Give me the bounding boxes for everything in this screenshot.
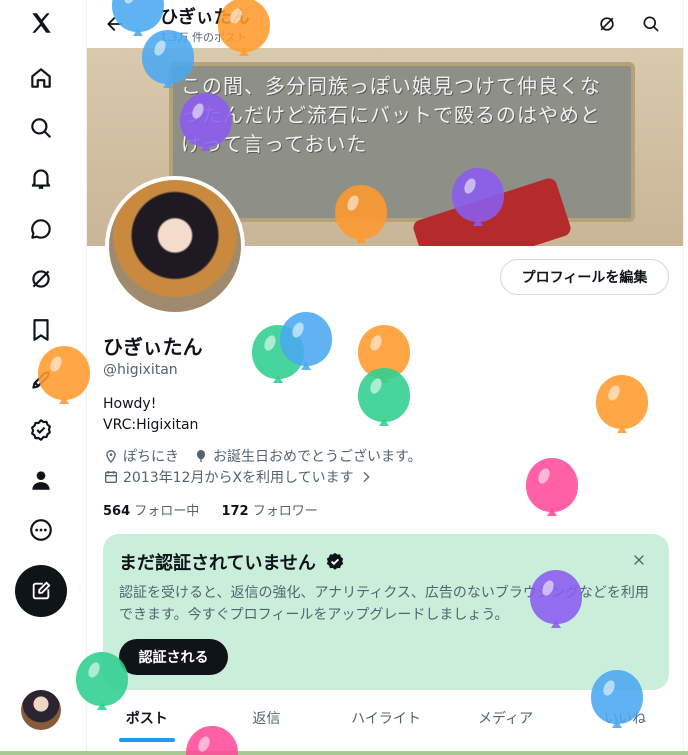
compose-button[interactable]: [15, 565, 67, 617]
profile-meta-row[interactable]: 2013年12月からXを利用しています: [103, 467, 374, 487]
close-button[interactable]: [627, 548, 651, 572]
x-logo-icon[interactable]: [20, 2, 62, 44]
bio-line: VRC:Higixitan: [103, 417, 199, 433]
following-label: フォロー中: [134, 504, 200, 519]
following-link[interactable]: 564 フォロー中: [103, 504, 199, 519]
profile-meta-row: ぽちにき お誕生日おめでとうございます。: [103, 446, 422, 466]
search-button[interactable]: [637, 10, 665, 38]
tab-media[interactable]: メディア: [446, 699, 566, 751]
account-avatar[interactable]: [21, 690, 61, 730]
profile-icon[interactable]: [20, 459, 62, 501]
bookmarks-icon[interactable]: [20, 309, 62, 351]
calendar-icon: [105, 471, 117, 483]
tab-replies[interactable]: 返信: [207, 699, 327, 751]
verify-description: 認証を受けると、返信の強化、アナリティクス、広告のないブラウジングなどを利用でき…: [119, 585, 649, 623]
grok-button[interactable]: [593, 10, 621, 38]
post-count: 1.3万 件のポスト: [160, 31, 247, 44]
birthday-text: お誕生日おめでとうございます。: [213, 449, 422, 465]
verify-title: まだ認証されていません: [119, 549, 346, 575]
followers-link[interactable]: 172 フォロワー: [221, 504, 317, 519]
compose-icon: [32, 581, 51, 600]
profile-avatar[interactable]: [105, 176, 245, 316]
profile-column: ひぎぃたん 1.3万 件のポスト この間、多分同族っぽい娘見つけて仲良くなったん…: [86, 0, 684, 755]
tab-highlights[interactable]: ハイライト: [326, 699, 446, 751]
messages-icon[interactable]: [20, 208, 62, 250]
verify-title-text: まだ認証されていません: [119, 553, 316, 574]
location-icon: [106, 450, 116, 463]
page-title: ひぎぃたん: [160, 7, 250, 28]
search-icon: [643, 16, 659, 32]
followers-count: 172: [221, 504, 249, 519]
edit-profile-button[interactable]: プロフィールを編集: [500, 259, 669, 295]
verified-icon[interactable]: [20, 409, 62, 451]
joined-text: 2013年12月からXを利用しています: [123, 470, 354, 486]
follow-stats: 564 フォロー中 172 フォロワー: [103, 500, 318, 519]
left-navigation: [0, 0, 84, 755]
home-icon[interactable]: [20, 57, 62, 99]
bio-line: Howdy!: [103, 396, 157, 412]
taskbar-edge: [0, 751, 688, 755]
notifications-icon[interactable]: [20, 157, 62, 199]
profile-bio: Howdy! VRC:Higixitan: [103, 394, 198, 436]
verification-prompt-card: まだ認証されていません 認証を受けると、返信の強化、アナリティクス、広告のないブ…: [103, 534, 669, 690]
chevron-right-icon: [363, 471, 370, 483]
verified-badge-icon: [326, 552, 344, 570]
profile-header-bar: ひぎぃたん 1.3万 件のポスト: [87, 0, 683, 48]
location-text: ぽちにき: [123, 449, 179, 465]
jobs-icon[interactable]: [20, 359, 62, 401]
profile-handle: @higixitan: [103, 362, 178, 378]
get-verified-button[interactable]: 認証される: [119, 639, 228, 675]
search-icon[interactable]: [20, 107, 62, 149]
followers-label: フォロワー: [252, 504, 318, 519]
arrow-left-icon: [107, 17, 123, 31]
profile-tabs: ポスト 返信 ハイライト メディア いいね: [87, 699, 683, 751]
grok-icon[interactable]: [20, 258, 62, 300]
more-icon[interactable]: [20, 509, 62, 551]
back-button[interactable]: [101, 10, 129, 38]
close-icon: [634, 555, 644, 565]
banner-text: この間、多分同族っぽい娘見つけて仲良くなったんだけど流石にバットで殴るのはやめと…: [181, 74, 601, 156]
profile-name: ひぎぃたん: [103, 335, 203, 359]
following-count: 564: [103, 504, 131, 519]
grok-icon: [600, 17, 614, 31]
tab-likes[interactable]: いいね: [565, 699, 683, 751]
balloon-icon: [197, 450, 205, 462]
tab-posts[interactable]: ポスト: [87, 699, 207, 751]
